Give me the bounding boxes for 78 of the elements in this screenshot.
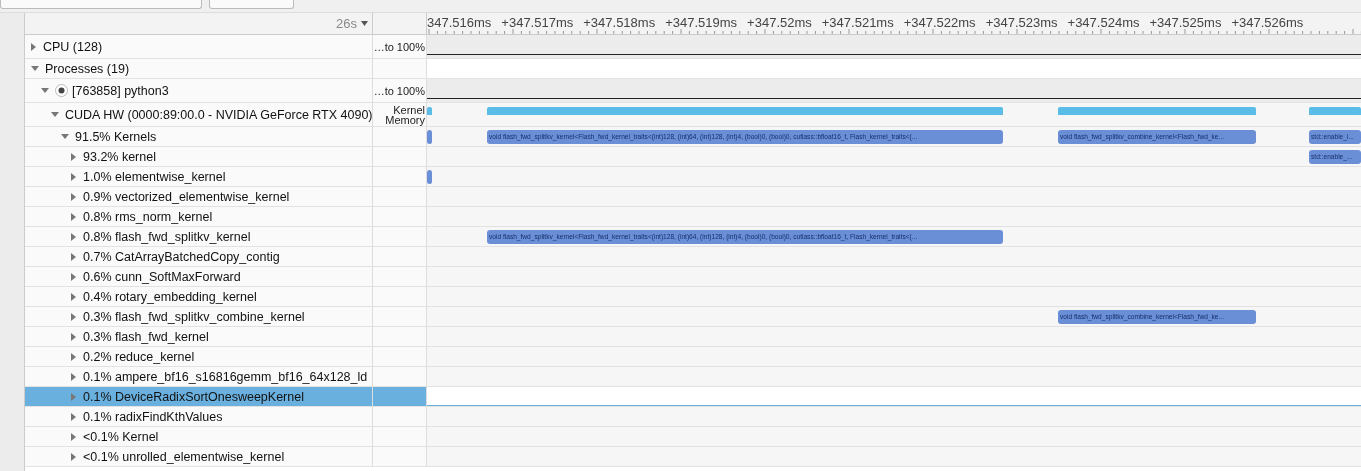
tree-label: 0.3% flash_fwd_kernel <box>83 329 209 344</box>
expand-arrow-icon[interactable] <box>71 212 77 221</box>
tree-label: 0.1% radixFindKthValues <box>83 409 223 424</box>
time-tick-label: 347.516ms <box>427 15 492 30</box>
expand-arrow-icon[interactable] <box>71 152 77 161</box>
tree-label: 91.5% Kernels <box>75 129 157 144</box>
tree-row[interactable]: <0.1% unrolled_elementwise_kernel <box>25 447 1361 467</box>
scale-label: …to 100% <box>373 84 425 97</box>
tree-label: 0.3% flash_fwd_splitkv_combine_kernel <box>83 309 305 324</box>
tree-row[interactable]: [763858] python3 …to 100% <box>25 79 1361 103</box>
expand-arrow-icon[interactable] <box>71 372 77 381</box>
tree-row[interactable]: 0.1% DeviceRadixSortOnesweepKernel <box>25 387 1361 407</box>
time-tick-label: +347.52ms <box>747 15 812 30</box>
expand-arrow-icon[interactable] <box>71 332 77 341</box>
tree-label: [763858] python3 <box>72 83 169 98</box>
caret-icon <box>361 21 368 26</box>
expand-arrow-icon[interactable] <box>71 292 77 301</box>
expand-arrow-icon[interactable] <box>71 412 77 421</box>
tree-label: <0.1% Kernel <box>83 429 159 444</box>
time-tick-label: +347.518ms <box>583 15 656 30</box>
tree-label: 0.8% flash_fwd_splitkv_kernel <box>83 229 251 244</box>
tree-label: 0.6% cunn_SoftMaxForward <box>83 269 241 284</box>
expand-arrow-icon[interactable] <box>71 312 77 321</box>
time-tick-label: +347.519ms <box>665 15 738 30</box>
tree-label: 0.1% ampere_bf16_s16816gemm_bf16_64x128_ld <box>83 369 368 384</box>
radio-icon <box>55 84 68 97</box>
expand-arrow-icon[interactable] <box>71 432 77 441</box>
tree-label: 93.2% kernel <box>83 149 156 164</box>
tree-row[interactable]: 0.7% CatArrayBatchedCopy_contig <box>25 247 1361 267</box>
tree-label: 0.7% CatArrayBatchedCopy_contig <box>83 249 280 264</box>
tree-label: <0.1% unrolled_elementwise_kernel <box>83 449 285 464</box>
collapse-arrow-icon[interactable] <box>31 65 39 72</box>
tree-label: CPU (128) <box>43 39 103 54</box>
expand-arrow-icon[interactable] <box>71 352 77 361</box>
collapse-arrow-icon[interactable] <box>51 111 59 118</box>
tree-row[interactable]: CUDA HW (0000:89:00.0 - NVIDIA GeForce RTX 4090) Kernel Memory <box>25 103 1361 127</box>
time-tick-label: +347.523ms <box>985 15 1058 30</box>
kernel-event-bar[interactable] <box>427 130 432 144</box>
tree-label: Processes (19) <box>45 61 130 76</box>
time-tick-label: +347.525ms <box>1149 15 1222 30</box>
expand-arrow-icon[interactable] <box>71 452 77 461</box>
tree-label: CUDA HW (0000:89:00.0 - NVIDIA GeForce RTX 4090) <box>65 107 372 122</box>
tree-label: 0.2% reduce_kernel <box>83 349 195 364</box>
tree-row[interactable]: 0.9% vectorized_elementwise_kernel <box>25 187 1361 207</box>
tree-row[interactable]: 0.8% rms_norm_kernel <box>25 207 1361 227</box>
scale-label: …to 100% <box>373 40 425 53</box>
kernel-event-bar[interactable] <box>427 170 432 184</box>
tree-label: 0.8% rms_norm_kernel <box>83 209 213 224</box>
time-tick-label: +347.521ms <box>821 15 894 30</box>
expand-arrow-icon[interactable] <box>31 42 37 51</box>
tree-label: 0.1% DeviceRadixSortOnesweepKernel <box>83 389 304 404</box>
time-tick-label: +347.517ms <box>501 15 574 30</box>
expand-arrow-icon[interactable] <box>71 252 77 261</box>
expand-arrow-icon[interactable] <box>71 192 77 201</box>
tree-row[interactable]: CPU (128) …to 100% <box>25 35 1361 59</box>
tree-row[interactable]: 0.2% reduce_kernel <box>25 347 1361 367</box>
collapse-arrow-icon[interactable] <box>41 87 49 94</box>
expand-arrow-icon[interactable] <box>71 272 77 281</box>
time-tick-label: +347.524ms <box>1067 15 1140 30</box>
tree-row[interactable]: 0.6% cunn_SoftMaxForward <box>25 267 1361 287</box>
tree-row[interactable]: 0.1% radixFindKthValues <box>25 407 1361 427</box>
tree-label: 0.9% vectorized_elementwise_kernel <box>83 189 290 204</box>
expand-arrow-icon[interactable] <box>71 232 77 241</box>
tree-row[interactable]: <0.1% Kernel <box>25 427 1361 447</box>
time-tick-label: +347.522ms <box>903 15 976 30</box>
collapse-arrow-icon[interactable] <box>61 133 69 140</box>
tree-row[interactable] <box>25 127 1361 147</box>
tree-label: 0.4% rotary_embedding_kernel <box>83 289 257 304</box>
expand-arrow-icon[interactable] <box>71 172 77 181</box>
tree-row[interactable]: 0.4% rotary_embedding_kernel <box>25 287 1361 307</box>
tree-row[interactable]: 0.1% ampere_bf16_s16816gemm_bf16_64x128_ld <box>25 367 1361 387</box>
tree-row[interactable]: Processes (19) <box>25 59 1361 79</box>
tree-row[interactable]: 0.3% flash_fwd_kernel <box>25 327 1361 347</box>
tree-label: 1.0% elementwise_kernel <box>83 169 226 184</box>
scale-label: Memory <box>385 114 425 125</box>
time-tick-label: +347.526ms <box>1231 15 1304 30</box>
tree-row[interactable]: 1.0% elementwise_kernel <box>25 167 1361 187</box>
scale-label: Kernel <box>393 104 425 115</box>
